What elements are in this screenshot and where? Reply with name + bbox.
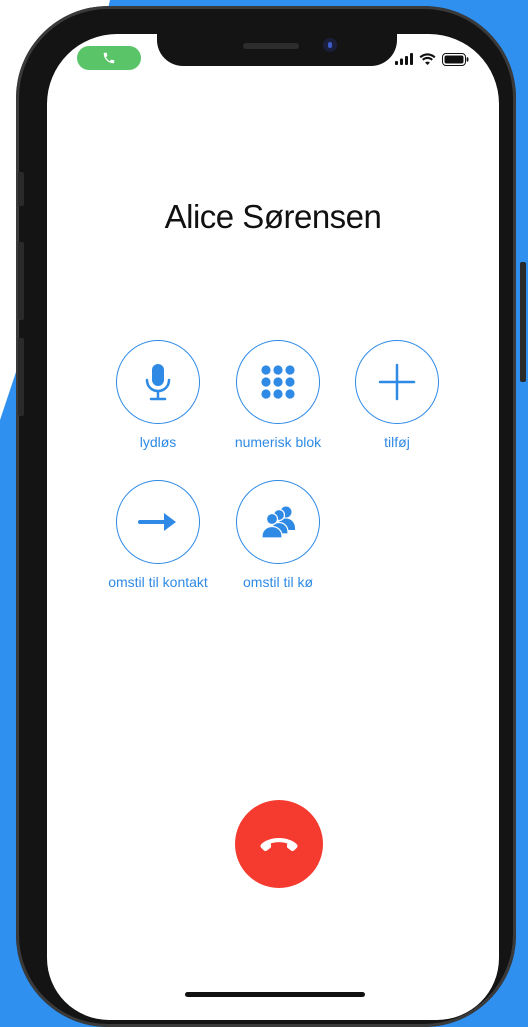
cellular-signal-icon [395, 53, 413, 65]
battery-icon [442, 52, 469, 66]
phone-side-button [18, 242, 24, 320]
home-indicator[interactable] [185, 992, 365, 997]
arrow-right-icon [138, 513, 176, 531]
control-transfer-queue[interactable]: omstil til kø [213, 480, 343, 590]
keypad-icon [261, 365, 295, 399]
notch [157, 34, 397, 66]
keypad-label: numerisk blok [234, 434, 322, 450]
add-button[interactable] [355, 340, 439, 424]
hang-up-icon [260, 838, 298, 852]
control-mute[interactable]: lydløs [93, 340, 223, 450]
transfer-queue-label: omstil til kø [243, 574, 313, 590]
mute-button[interactable] [116, 340, 200, 424]
control-add[interactable]: tilføj [332, 340, 462, 450]
microphone-icon [145, 364, 171, 401]
phone-side-button [18, 172, 24, 206]
status-bar-icons [395, 52, 469, 66]
group-icon [261, 506, 295, 539]
add-label: tilføj [384, 434, 410, 450]
front-camera [323, 38, 337, 52]
transfer-contact-label: omstil til kontakt [108, 574, 208, 590]
control-transfer-contact[interactable]: omstil til kontakt [93, 480, 223, 590]
keypad-button[interactable] [236, 340, 320, 424]
end-call-button[interactable] [235, 800, 323, 888]
speaker-grille [243, 43, 299, 49]
phone-side-button [520, 262, 526, 382]
transfer-queue-button[interactable] [236, 480, 320, 564]
mute-label: lydløs [139, 434, 177, 450]
wifi-icon [419, 53, 436, 65]
phone-screen: Alice Sørensen lydløs numerisk blok tilf… [47, 34, 499, 1020]
plus-icon [378, 363, 416, 401]
phone-icon [103, 52, 115, 64]
caller-name: Alice Sørensen [164, 198, 382, 235]
active-call-pill[interactable] [77, 46, 141, 70]
phone-side-button [18, 338, 24, 416]
control-keypad[interactable]: numerisk blok [213, 340, 343, 450]
transfer-contact-button[interactable] [116, 480, 200, 564]
